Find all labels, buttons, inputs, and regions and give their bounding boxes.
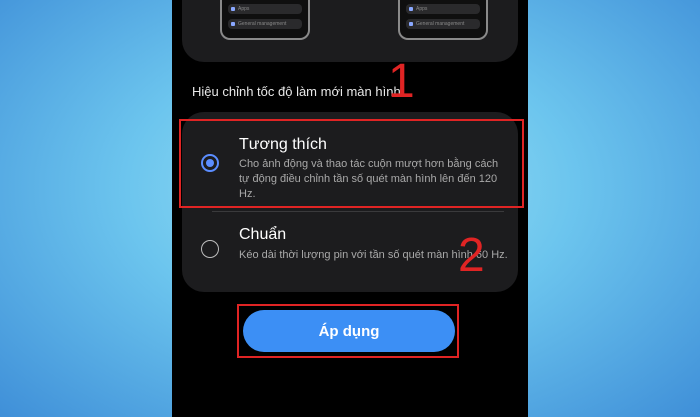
section-caption: Hiệu chỉnh tốc độ làm mới màn hình. xyxy=(192,84,405,99)
annotation-number-1: 1 xyxy=(388,55,415,108)
annotation-box-step-1 xyxy=(179,119,524,208)
preview-left-row-apps: Apps xyxy=(228,4,302,14)
preview-right-row-general: General management xyxy=(406,19,480,29)
option-standard-title: Chuẩn xyxy=(239,226,287,243)
preview-right-row-apps: Apps xyxy=(406,4,480,14)
preview-right: Apps General management xyxy=(398,0,488,40)
refresh-rate-preview-card: Apps General management Apps General man… xyxy=(182,0,518,62)
divider xyxy=(212,211,504,212)
preview-left-row-general: General management xyxy=(228,19,302,29)
annotation-number-2: 2 xyxy=(458,229,485,282)
radio-unselected-icon[interactable] xyxy=(201,240,219,258)
preview-left: Apps General management xyxy=(220,0,310,40)
annotation-box-step-2 xyxy=(237,304,459,358)
